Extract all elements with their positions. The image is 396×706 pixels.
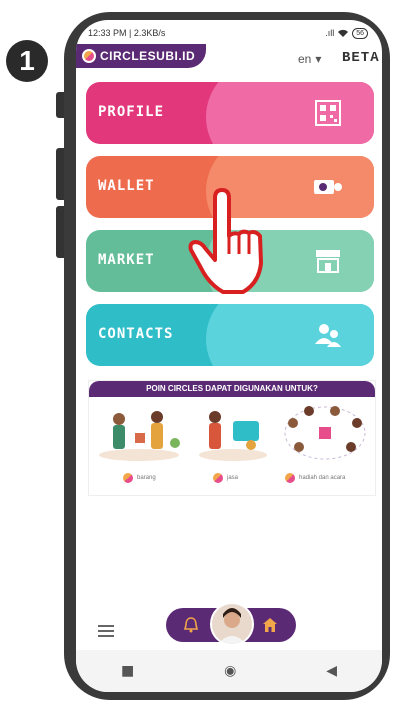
caption-services: jasa: [213, 473, 238, 483]
button-highlight: [206, 304, 374, 366]
back-button[interactable]: ◀: [326, 663, 337, 679]
menu-label: CONTACTS: [98, 326, 174, 342]
step-number-badge: 1: [6, 40, 48, 82]
circles-card-icon: [314, 180, 342, 194]
points-usage-banner: POIN CIRCLES DAPAT DIGUNAKAN UNTUK? bara…: [88, 380, 376, 496]
wifi-icon: [338, 29, 349, 37]
menu-label: MARKET: [98, 252, 155, 268]
caption-gifts-events: hadiah dan acara: [285, 473, 345, 483]
caption-text: jasa: [227, 475, 239, 481]
circles-logo-icon: [285, 473, 295, 483]
chevron-down-icon: ▾: [315, 52, 322, 66]
qr-code-icon: [315, 100, 341, 126]
circles-logo-icon: [123, 473, 133, 483]
services-illustration: [199, 411, 267, 461]
shop-icon: [316, 250, 340, 273]
status-bar: 12:33 PM | 2.3KB/s .ıll 56: [88, 26, 368, 40]
goods-illustration: [99, 411, 180, 461]
avatar[interactable]: [210, 602, 254, 646]
avatar-photo: [218, 608, 246, 644]
menu-label: PROFILE: [98, 104, 165, 120]
phone-screen: 12:33 PM | 2.3KB/s .ıll 56 CIRCLESUBI.ID…: [76, 20, 382, 692]
banner-title: POIN CIRCLES DAPAT DIGUNAKAN UNTUK?: [89, 381, 375, 397]
language-selector[interactable]: en ▾: [298, 52, 321, 66]
hamburger-icon[interactable]: [98, 622, 114, 640]
home-icon[interactable]: [262, 617, 278, 633]
beta-badge: BETA: [342, 50, 380, 66]
caption-text: barang: [137, 475, 156, 481]
button-highlight: [206, 82, 374, 144]
battery-icon: 56: [352, 27, 368, 39]
brand-name: CIRCLESUBI.ID: [100, 49, 196, 63]
language-value: en: [298, 52, 312, 66]
caption-goods: barang: [123, 473, 156, 483]
status-time: 12:33 PM | 2.3KB/s: [88, 28, 166, 38]
pointing-hand-icon: [188, 188, 263, 294]
bell-icon[interactable]: [184, 617, 198, 633]
menu-button-contacts[interactable]: CONTACTS: [86, 304, 374, 366]
home-button[interactable]: ◉: [224, 663, 236, 679]
menu-button-profile[interactable]: PROFILE: [86, 82, 374, 144]
recent-apps-button[interactable]: ■: [121, 663, 134, 679]
system-navigation-bar: ■ ◉ ◀: [76, 650, 382, 692]
brand-logo[interactable]: CIRCLESUBI.ID: [76, 44, 206, 68]
gifts-events-illustration: [284, 406, 366, 460]
contacts-icon: [315, 324, 341, 347]
signal-icon: .ıll: [325, 28, 335, 38]
circles-logo-icon: [213, 473, 223, 483]
caption-text: hadiah dan acara: [299, 475, 346, 481]
menu-label: WALLET: [98, 178, 155, 194]
circles-logo-icon: [82, 49, 96, 63]
